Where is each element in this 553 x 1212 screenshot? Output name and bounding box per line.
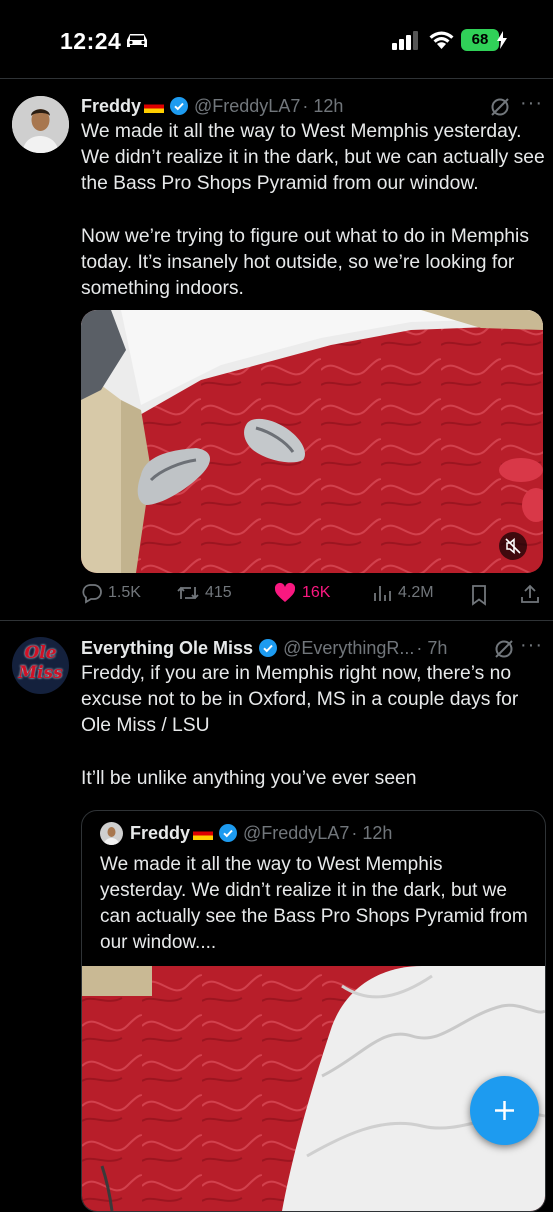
timestamp: · 12h xyxy=(351,822,393,843)
tweet-header: Freddy @FreddyLA7 · 12h xyxy=(81,93,343,119)
views-icon xyxy=(374,586,391,601)
grok-icon[interactable] xyxy=(493,638,515,660)
status-bar: 12:24 68 xyxy=(0,0,553,78)
verified-badge-icon xyxy=(259,639,278,657)
quoted-tweet-text: We made it all the way to West Memphis y… xyxy=(100,854,528,953)
display-name: Freddy xyxy=(130,822,191,843)
bookmark-icon[interactable] xyxy=(469,584,489,606)
share-icon[interactable] xyxy=(519,583,541,605)
avatar[interactable]: Ole Miss xyxy=(12,637,69,694)
germany-flag-icon xyxy=(144,99,165,113)
quoted-tweet-header: Freddy @FreddyLA7 · 12h xyxy=(100,821,392,845)
tweet-header: Everything Ole Miss @EverythingR... · 7h xyxy=(81,635,447,661)
display-name[interactable]: Everything Ole Miss xyxy=(81,638,253,659)
view-count: 4.2M xyxy=(398,584,434,601)
handle[interactable]: @FreddyLA7 xyxy=(194,96,300,117)
plus-icon xyxy=(495,1101,514,1120)
avatar xyxy=(100,821,123,845)
repost-icon xyxy=(177,586,199,600)
tweet-video[interactable] xyxy=(81,310,543,573)
germany-flag-icon xyxy=(193,826,214,840)
repost-button[interactable]: 415 xyxy=(176,582,232,604)
handle[interactable]: @EverythingR... xyxy=(283,638,414,659)
status-time: 12:24 xyxy=(60,28,122,54)
timestamp[interactable]: · 7h xyxy=(416,638,447,659)
mute-button[interactable] xyxy=(499,532,527,560)
display-name[interactable]: Freddy xyxy=(81,96,141,117)
charging-bolt-icon xyxy=(497,31,507,49)
reply-icon xyxy=(82,584,102,604)
car-icon xyxy=(127,34,147,47)
handle: @FreddyLA7 xyxy=(243,822,350,843)
grok-icon[interactable] xyxy=(489,96,511,118)
more-options-icon[interactable]: ··· xyxy=(520,92,543,115)
tweet-text: Freddy, if you are in Memphis right now,… xyxy=(81,663,519,789)
like-count: 16K xyxy=(302,584,331,601)
like-button[interactable]: 16K xyxy=(273,582,330,604)
more-options-icon[interactable]: ··· xyxy=(520,634,543,657)
timestamp[interactable]: · 12h xyxy=(302,96,343,117)
tweet-actions: 1.5K 415 16K 4.2M xyxy=(81,582,546,612)
avatar[interactable] xyxy=(12,96,69,153)
muted-speaker-icon xyxy=(505,537,521,555)
tweet-text: We made it all the way to West Memphis y… xyxy=(81,121,545,300)
battery-indicator: 68 xyxy=(461,29,499,51)
compose-post-button[interactable]: + xyxy=(470,1076,539,1145)
reply-button[interactable]: 1.5K xyxy=(81,582,141,604)
heart-filled-icon xyxy=(274,582,296,602)
repost-count: 415 xyxy=(205,584,232,601)
cellular-signal-icon xyxy=(392,31,418,50)
tweet-freddy[interactable]: Freddy @FreddyLA7 · 12h ··· We made it a… xyxy=(0,79,553,619)
views-button[interactable]: 4.2M xyxy=(371,582,434,604)
verified-badge-icon xyxy=(219,824,238,842)
verified-badge-icon xyxy=(170,97,189,115)
reply-count: 1.5K xyxy=(108,584,141,601)
wifi-icon xyxy=(429,31,454,49)
ole-miss-logo: Ole Miss xyxy=(18,643,63,683)
quoted-tweet[interactable]: Freddy @FreddyLA7 · 12h We made it all t… xyxy=(81,810,546,1212)
